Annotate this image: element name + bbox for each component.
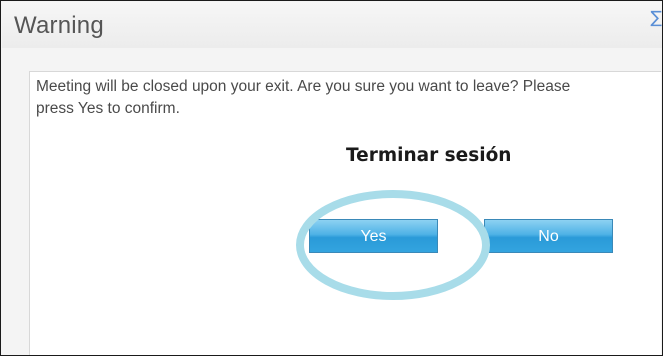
dialog-title: Warning [14, 12, 104, 39]
warning-dialog: Warning ∑ Meeting will be closed upon yo… [0, 0, 663, 356]
dialog-titlebar: Warning ∑ [2, 2, 662, 48]
dialog-message: Meeting will be closed upon your exit. A… [36, 78, 571, 117]
annotation-label: Terminar sesión [346, 145, 512, 166]
no-button[interactable]: No [484, 219, 613, 253]
close-icon[interactable]: ∑ [651, 8, 662, 28]
yes-button[interactable]: Yes [309, 219, 438, 253]
